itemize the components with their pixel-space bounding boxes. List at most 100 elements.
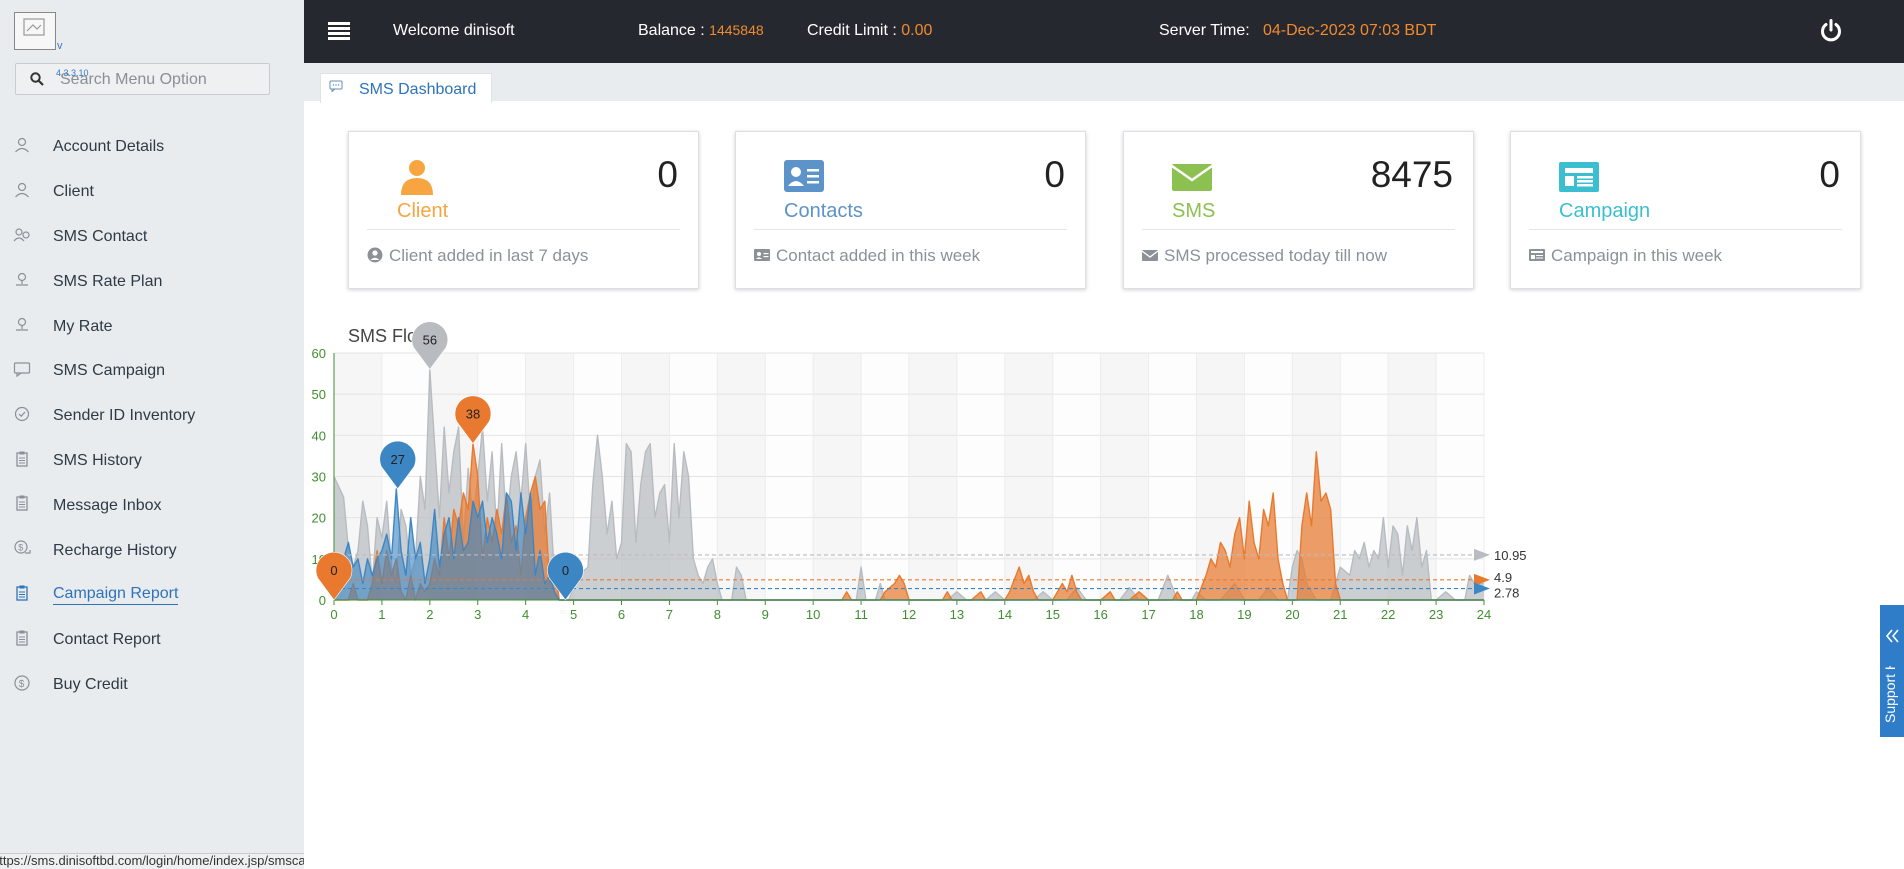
sidebar: v 4.3.3.10 Account Details Client SMS Cont…: [0, 0, 457, 869]
sidebar-item-label: SMS Rate Plan: [53, 272, 163, 290]
sidebar-item-sms-rate-plan[interactable]: SMS Rate Plan: [0, 259, 304, 304]
search-input[interactable]: [58, 68, 267, 92]
x-tick-label: 9: [762, 607, 769, 622]
server-time-label: Server Time:: [1159, 22, 1250, 39]
user-icon: [15, 137, 29, 153]
company-logo[interactable]: [14, 12, 56, 50]
credit-limit: Credit Limit : 0.00: [807, 22, 932, 40]
average-label: 10.95: [1494, 548, 1527, 563]
sidebar-item-buy-credit[interactable]: $ Buy Credit: [0, 663, 304, 708]
contact-icon: [13, 227, 30, 241]
sidebar-item-account-details[interactable]: Account Details: [0, 125, 304, 170]
sidebar-item-message-inbox[interactable]: Message Inbox: [0, 483, 304, 528]
sidebar-item-label: Account Details: [53, 138, 165, 156]
x-tick-label: 13: [950, 607, 964, 622]
check-icon: [14, 406, 30, 421]
search-icon: [30, 72, 44, 86]
credit-value: 0.00: [901, 22, 933, 39]
user-icon: [15, 182, 29, 198]
sidebar-item-label: Buy Credit: [53, 675, 128, 693]
x-tick-label: 23: [1429, 607, 1443, 622]
hamburger-menu-icon[interactable]: [328, 20, 350, 42]
sidebar-item-label: SMS History: [53, 451, 142, 469]
min-pin-yesterday-label: 0: [330, 563, 337, 578]
collapse-panel-button[interactable]: [1880, 606, 1904, 666]
x-tick-label: 11: [854, 607, 868, 622]
x-tick-label: 14: [998, 607, 1012, 622]
svg-text:$: $: [18, 543, 23, 553]
sidebar-item-sms-campaign[interactable]: SMS Campaign: [0, 349, 304, 394]
sidebar-item-label: Message Inbox: [53, 496, 162, 514]
x-tick-label: 24: [1477, 607, 1491, 622]
x-tick-label: 7: [666, 607, 673, 622]
x-tick-label: 22: [1381, 607, 1395, 622]
sidebar-menu: Account Details Client SMS Contact SMS Rate…: [0, 125, 304, 707]
x-tick-label: 16: [1093, 607, 1107, 622]
sidebar-item-label: Recharge History: [53, 541, 177, 559]
x-tick-label: 5: [570, 607, 577, 622]
y-tick-label: 20: [312, 511, 326, 526]
credit-label: Credit Limit :: [807, 22, 902, 39]
double-chevron-left-icon: [1885, 629, 1899, 643]
sidebar-item-label: SMS Campaign: [53, 362, 166, 380]
logo-v: v: [57, 40, 63, 52]
sidebar-item-sms-history[interactable]: SMS History: [0, 439, 304, 484]
balance-label: Balance :: [638, 22, 710, 39]
y-tick-label: 50: [312, 387, 326, 402]
x-tick-label: 4: [522, 607, 529, 622]
max-pin-today-label: 27: [390, 452, 404, 467]
x-tick-label: 10: [806, 607, 820, 622]
sidebar-item-label: SMS Contact: [53, 227, 148, 245]
x-tick-label: 12: [902, 607, 916, 622]
power-icon[interactable]: [1818, 18, 1844, 44]
server-time-value: 04-Dec-2023 07:03 BDT: [1263, 22, 1437, 39]
sidebar-item-label: Campaign Report: [53, 585, 179, 606]
sidebar-item-label: Sender ID Inventory: [53, 407, 196, 425]
clipboard-icon: [16, 451, 28, 467]
sidebar-item-label: Client: [53, 183, 94, 201]
x-tick-label: 3: [474, 607, 481, 622]
sidebar-item-campaign-report[interactable]: Campaign Report: [0, 573, 304, 618]
sidebar-item-sender-id-inventory[interactable]: Sender ID Inventory: [0, 394, 304, 439]
clipboard-icon: [16, 585, 28, 601]
x-tick-label: 0: [330, 607, 337, 622]
x-tick-label: 15: [1046, 607, 1060, 622]
y-tick-label: 30: [312, 470, 326, 485]
top-navbar: Welcome dinisoft Balance : 1445848 Credi…: [304, 0, 1904, 63]
location-icon: [16, 318, 28, 331]
sms-flow-chart: 01020304050600 1 2 3 4 5 6 7 8 9 10 11 12 13 14 15 16 17 1…: [312, 321, 1527, 622]
x-tick-label: 6: [618, 607, 625, 622]
x-tick-label: 20: [1285, 607, 1299, 622]
main-content: SMS Dashboard 0 Client Client added in las…: [304, 63, 1904, 869]
average-label: 4.9: [1494, 570, 1512, 585]
x-tick-label: 1: [378, 607, 385, 622]
x-tick-label: 19: [1237, 607, 1251, 622]
y-tick-label: 0: [319, 593, 326, 608]
balance: Balance : 1445848: [638, 22, 764, 40]
x-tick-label: 8: [714, 607, 721, 622]
location-icon: [16, 273, 28, 286]
clipboard-icon: [16, 495, 28, 512]
welcome-text: Welcome dinisoft: [393, 22, 515, 39]
sidebar-item-client[interactable]: Client: [0, 170, 304, 215]
message-icon: [13, 362, 31, 378]
sidebar-item-sms-contact[interactable]: SMS Contact: [0, 215, 304, 260]
version-label: 4.3.3.10: [56, 68, 89, 78]
x-tick-label: 17: [1141, 607, 1155, 622]
max-pin-yesterday-label: 38: [466, 407, 480, 422]
money-icon: $: [14, 540, 31, 554]
sidebar-item-label: Contact Report: [53, 631, 161, 649]
search-box[interactable]: [15, 63, 270, 95]
svg-text:$: $: [19, 679, 25, 690]
min-pin-today-label: 0: [562, 563, 569, 578]
sidebar-item-contact-report[interactable]: Contact Report: [0, 618, 304, 663]
sidebar-item-recharge-history[interactable]: $ Recharge History: [0, 528, 304, 573]
clipboard-icon: [16, 630, 28, 646]
dollar-icon: $: [14, 674, 30, 691]
logo-icon: [23, 18, 45, 36]
max-pin-last-monday-label: 56: [423, 332, 437, 347]
x-tick-label: 2: [426, 607, 433, 622]
sidebar-item-label: My Rate: [53, 317, 113, 335]
sidebar-item-my-rate[interactable]: My Rate: [0, 304, 304, 349]
x-tick-label: 21: [1333, 607, 1347, 622]
